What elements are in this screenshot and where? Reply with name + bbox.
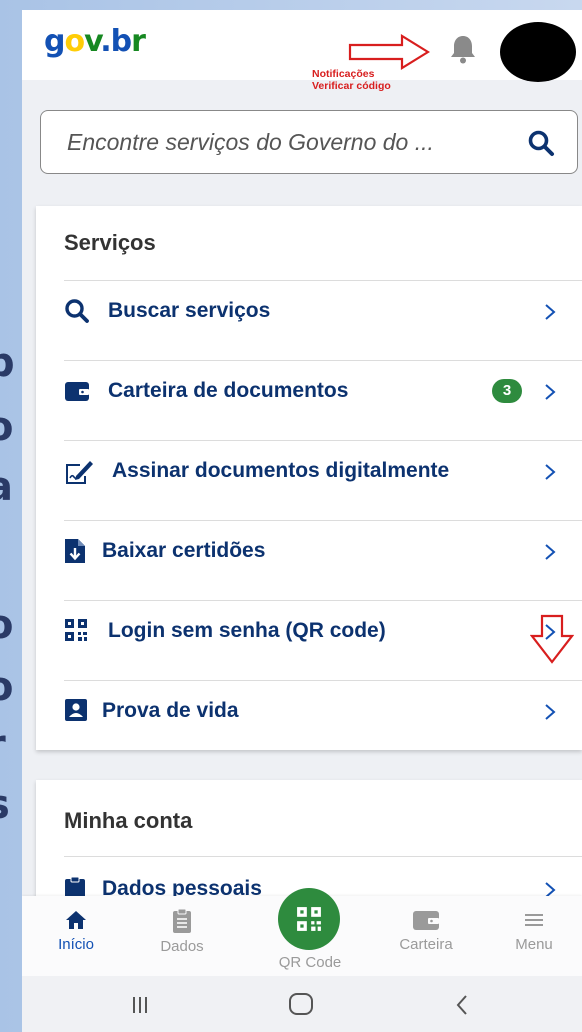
chevron-right-icon bbox=[545, 384, 556, 400]
search-icon bbox=[65, 299, 89, 323]
service-item-qrcode-login[interactable]: Login sem senha (QR code) bbox=[64, 602, 582, 662]
nav-inicio[interactable]: Início bbox=[36, 908, 116, 953]
background-letters: p o a . o o r s . bbox=[0, 340, 15, 876]
search-placeholder: Encontre serviços do Governo do ... bbox=[67, 129, 434, 155]
app-screen: gov.br Notificações Verificar código Enc… bbox=[22, 10, 582, 1032]
system-navigation-bar bbox=[22, 976, 582, 1032]
home-icon bbox=[66, 911, 86, 929]
divider bbox=[64, 856, 582, 857]
signature-icon bbox=[66, 461, 93, 484]
home-button-icon[interactable] bbox=[288, 992, 314, 1016]
nav-dados[interactable]: Dados bbox=[142, 908, 222, 955]
service-label: Carteira de documentos bbox=[108, 379, 349, 402]
count-badge: 3 bbox=[492, 379, 522, 403]
bottom-navigation: Início Dados QR Code Carteira Menu bbox=[22, 888, 582, 976]
notification-bell-icon[interactable] bbox=[446, 32, 480, 66]
service-item-certidoes[interactable]: Baixar certidões bbox=[64, 522, 582, 582]
account-title: Minha conta bbox=[64, 808, 193, 833]
wallet-icon bbox=[413, 911, 439, 930]
service-item-prova-de-vida[interactable]: Prova de vida bbox=[64, 682, 582, 742]
divider bbox=[64, 600, 582, 601]
chevron-right-icon bbox=[545, 464, 556, 480]
service-item-buscar[interactable]: Buscar serviços bbox=[64, 282, 582, 342]
service-label: Assinar documentos digitalmente bbox=[112, 459, 450, 482]
divider bbox=[64, 280, 582, 281]
hamburger-icon bbox=[525, 914, 543, 926]
divider bbox=[64, 360, 582, 361]
divider bbox=[64, 520, 582, 521]
chevron-right-icon bbox=[545, 544, 556, 560]
qr-code-button[interactable] bbox=[278, 888, 340, 950]
recent-apps-icon[interactable] bbox=[130, 994, 150, 1016]
qr-code-label: QR Code bbox=[278, 954, 342, 971]
nav-carteira[interactable]: Carteira bbox=[386, 908, 466, 953]
service-label: Prova de vida bbox=[102, 699, 239, 722]
services-card: Serviços Buscar serviços Carteira de doc… bbox=[36, 206, 582, 750]
divider bbox=[64, 440, 582, 441]
id-card-icon bbox=[65, 699, 87, 721]
search-icon[interactable] bbox=[527, 129, 555, 157]
clipboard-icon bbox=[173, 908, 191, 933]
annotation-arrow-down-icon bbox=[530, 614, 574, 664]
wallet-icon bbox=[65, 382, 89, 401]
chevron-right-icon bbox=[545, 304, 556, 320]
file-download-icon bbox=[65, 539, 85, 563]
service-item-carteira[interactable]: Carteira de documentos 3 bbox=[64, 362, 582, 422]
nav-menu[interactable]: Menu bbox=[494, 908, 574, 953]
annotation-arrow-right-icon bbox=[348, 34, 430, 70]
service-item-assinar[interactable]: Assinar documentos digitalmente bbox=[64, 442, 582, 502]
annotation-text: Notificações Verificar código bbox=[312, 68, 391, 92]
avatar[interactable] bbox=[500, 22, 576, 82]
services-title: Serviços bbox=[64, 230, 156, 255]
qrcode-icon bbox=[65, 619, 87, 641]
govbr-logo[interactable]: gov.br bbox=[44, 24, 146, 59]
service-label: Baixar certidões bbox=[102, 539, 266, 562]
back-icon[interactable] bbox=[454, 994, 470, 1016]
service-label: Buscar serviços bbox=[108, 299, 271, 322]
divider bbox=[64, 680, 582, 681]
chevron-right-icon bbox=[545, 704, 556, 720]
service-label: Login sem senha (QR code) bbox=[108, 619, 386, 642]
app-header: gov.br Notificações Verificar código bbox=[22, 10, 582, 92]
search-input[interactable]: Encontre serviços do Governo do ... bbox=[40, 110, 578, 174]
qrcode-icon bbox=[297, 907, 321, 931]
